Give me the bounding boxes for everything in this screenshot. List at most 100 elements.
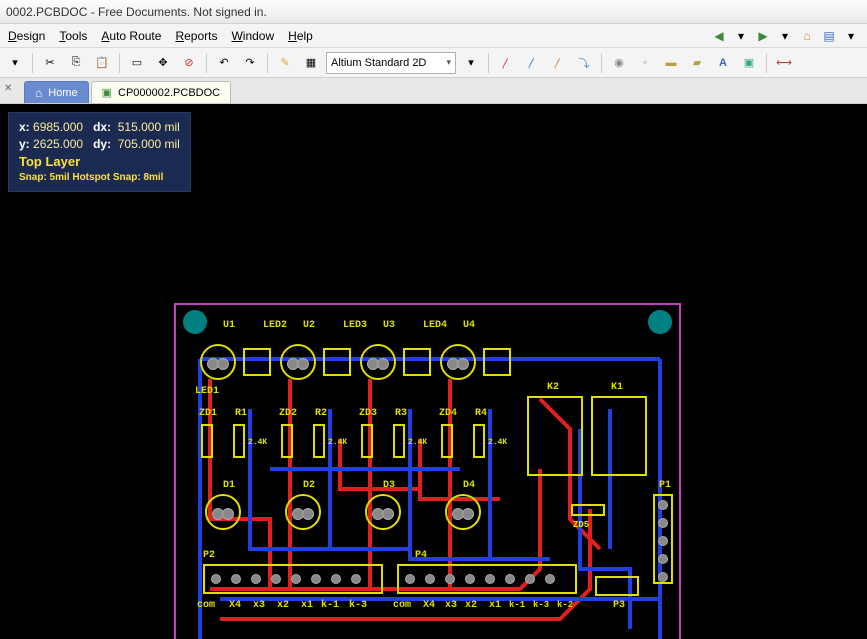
menu-design[interactable]: Design: [8, 29, 45, 43]
deselect-icon[interactable]: ⊘: [178, 52, 200, 74]
paste-icon[interactable]: 📋: [91, 52, 113, 74]
nav-fwd-icon[interactable]: ▶: [755, 28, 771, 44]
component-zd[interactable]: [281, 424, 293, 458]
component-led[interactable]: [403, 348, 431, 376]
silk-label: R2: [315, 408, 327, 419]
silk-label: P3: [613, 600, 625, 611]
silk-label: k-1: [509, 600, 525, 610]
component-r[interactable]: [473, 424, 485, 458]
toolbar: ▾ ✂ ⎘ 📋 ▭ ✥ ⊘ ↶ ↷ ✎ ▦ Altium Standard 2D…: [0, 48, 867, 78]
route-icon[interactable]: 〳: [495, 52, 517, 74]
silk-label: D3: [383, 480, 395, 491]
silk-label: X4: [423, 600, 435, 611]
silk-label: 2.4K: [248, 438, 267, 447]
silk-label: P1: [659, 480, 671, 491]
close-panel-icon[interactable]: ✕: [4, 83, 18, 97]
component-relay-k2[interactable]: [527, 396, 583, 476]
heads-up-display: x: 6985.000 dx: 515.000 mil y: 2625.000 …: [8, 112, 191, 192]
component-cap[interactable]: [200, 344, 236, 380]
component-d[interactable]: [365, 494, 401, 530]
silk-label: R4: [475, 408, 487, 419]
component-d[interactable]: [205, 494, 241, 530]
route-retrace-icon[interactable]: ⤵: [573, 52, 595, 74]
favorites-icon[interactable]: ▤: [821, 28, 837, 44]
via-icon[interactable]: ◦: [634, 52, 656, 74]
copy-icon[interactable]: ⎘: [65, 52, 87, 74]
nav-back-icon[interactable]: ◀: [711, 28, 727, 44]
polygon-icon[interactable]: ▰: [686, 52, 708, 74]
pcb-board[interactable]: U1 LED2 U2 LED3 U3 LED4 U4 LED1 ZD1 R1 Z…: [175, 304, 680, 639]
component-zd5[interactable]: [571, 504, 605, 516]
component-r[interactable]: [233, 424, 245, 458]
component-r[interactable]: [313, 424, 325, 458]
silk-label: ZD5: [573, 520, 589, 530]
menu-tools[interactable]: Tools: [59, 29, 87, 43]
redo-icon[interactable]: ↷: [239, 52, 261, 74]
silk-label: K1: [611, 382, 623, 393]
silk-label: k-2: [557, 600, 573, 610]
highlight-icon[interactable]: ✎: [274, 52, 296, 74]
component-icon[interactable]: ▣: [738, 52, 760, 74]
silk-label: U2: [303, 320, 315, 331]
cut-icon[interactable]: ✂: [39, 52, 61, 74]
tab-home[interactable]: ⌂ Home: [24, 81, 89, 103]
component-cap[interactable]: [280, 344, 316, 380]
component-relay-k1[interactable]: [591, 396, 647, 476]
component-d[interactable]: [285, 494, 321, 530]
route-diff-icon[interactable]: 〳: [521, 52, 543, 74]
pad-col: [658, 500, 668, 582]
component-cap[interactable]: [360, 344, 396, 380]
component-led[interactable]: [323, 348, 351, 376]
nav-back-drop-icon[interactable]: ▾: [733, 28, 749, 44]
route-multi-icon[interactable]: 〳: [547, 52, 569, 74]
dimension-icon[interactable]: ⟷: [773, 52, 795, 74]
document-tabs: ✕ ⌂ Home ▣ CP000002.PCBDOC: [0, 78, 867, 104]
silk-label: R3: [395, 408, 407, 419]
move-icon[interactable]: ✥: [152, 52, 174, 74]
component-led[interactable]: [243, 348, 271, 376]
pad-row: [405, 574, 555, 584]
pad-row: [211, 574, 361, 584]
silk-label: x1: [489, 600, 501, 611]
coord-y-row: y: 2625.000 dy: 705.000 mil: [19, 136, 180, 153]
undo-icon[interactable]: ↶: [213, 52, 235, 74]
favorites-drop-icon[interactable]: ▾: [843, 28, 859, 44]
silk-label: x2: [277, 600, 289, 611]
nav-fwd-drop-icon[interactable]: ▾: [777, 28, 793, 44]
silk-label: k-1: [321, 600, 339, 611]
component-r[interactable]: [393, 424, 405, 458]
component-zd[interactable]: [441, 424, 453, 458]
pcb-doc-icon: ▣: [102, 86, 112, 99]
menu-bar: Design Tools Auto Route Reports Window H…: [0, 24, 867, 48]
pcb-workspace[interactable]: x: 6985.000 dx: 515.000 mil y: 2625.000 …: [0, 104, 867, 639]
menu-reports[interactable]: Reports: [175, 29, 217, 43]
fill-icon[interactable]: ▬: [660, 52, 682, 74]
component-zd[interactable]: [361, 424, 373, 458]
tab-document[interactable]: ▣ CP000002.PCBDOC: [91, 81, 232, 103]
open-drop-icon[interactable]: ▾: [4, 52, 26, 74]
mounting-hole: [648, 310, 672, 334]
component-led[interactable]: [483, 348, 511, 376]
menu-help[interactable]: Help: [288, 29, 313, 43]
browse-icon[interactable]: ▦: [300, 52, 322, 74]
silk-label: ZD1: [199, 408, 217, 419]
view-config-combo[interactable]: Altium Standard 2D: [326, 52, 456, 74]
component-zd[interactable]: [201, 424, 213, 458]
menu-autoroute[interactable]: Auto Route: [101, 29, 161, 43]
select-rect-icon[interactable]: ▭: [126, 52, 148, 74]
menu-window[interactable]: Window: [231, 29, 274, 43]
silk-label: ZD2: [279, 408, 297, 419]
home-icon[interactable]: ⌂: [799, 28, 815, 44]
pad-icon[interactable]: ◉: [608, 52, 630, 74]
silk-label: 2.4K: [488, 438, 507, 447]
connector-p3[interactable]: [595, 576, 639, 596]
component-cap[interactable]: [440, 344, 476, 380]
silk-label: X4: [229, 600, 241, 611]
component-d[interactable]: [445, 494, 481, 530]
tab-home-label: Home: [48, 87, 77, 99]
string-icon[interactable]: A: [712, 52, 734, 74]
silk-label: com: [393, 600, 411, 611]
view-drop-icon[interactable]: ▾: [460, 52, 482, 74]
tab-document-label: CP000002.PCBDOC: [118, 87, 220, 99]
silk-label: LED4: [423, 320, 447, 331]
